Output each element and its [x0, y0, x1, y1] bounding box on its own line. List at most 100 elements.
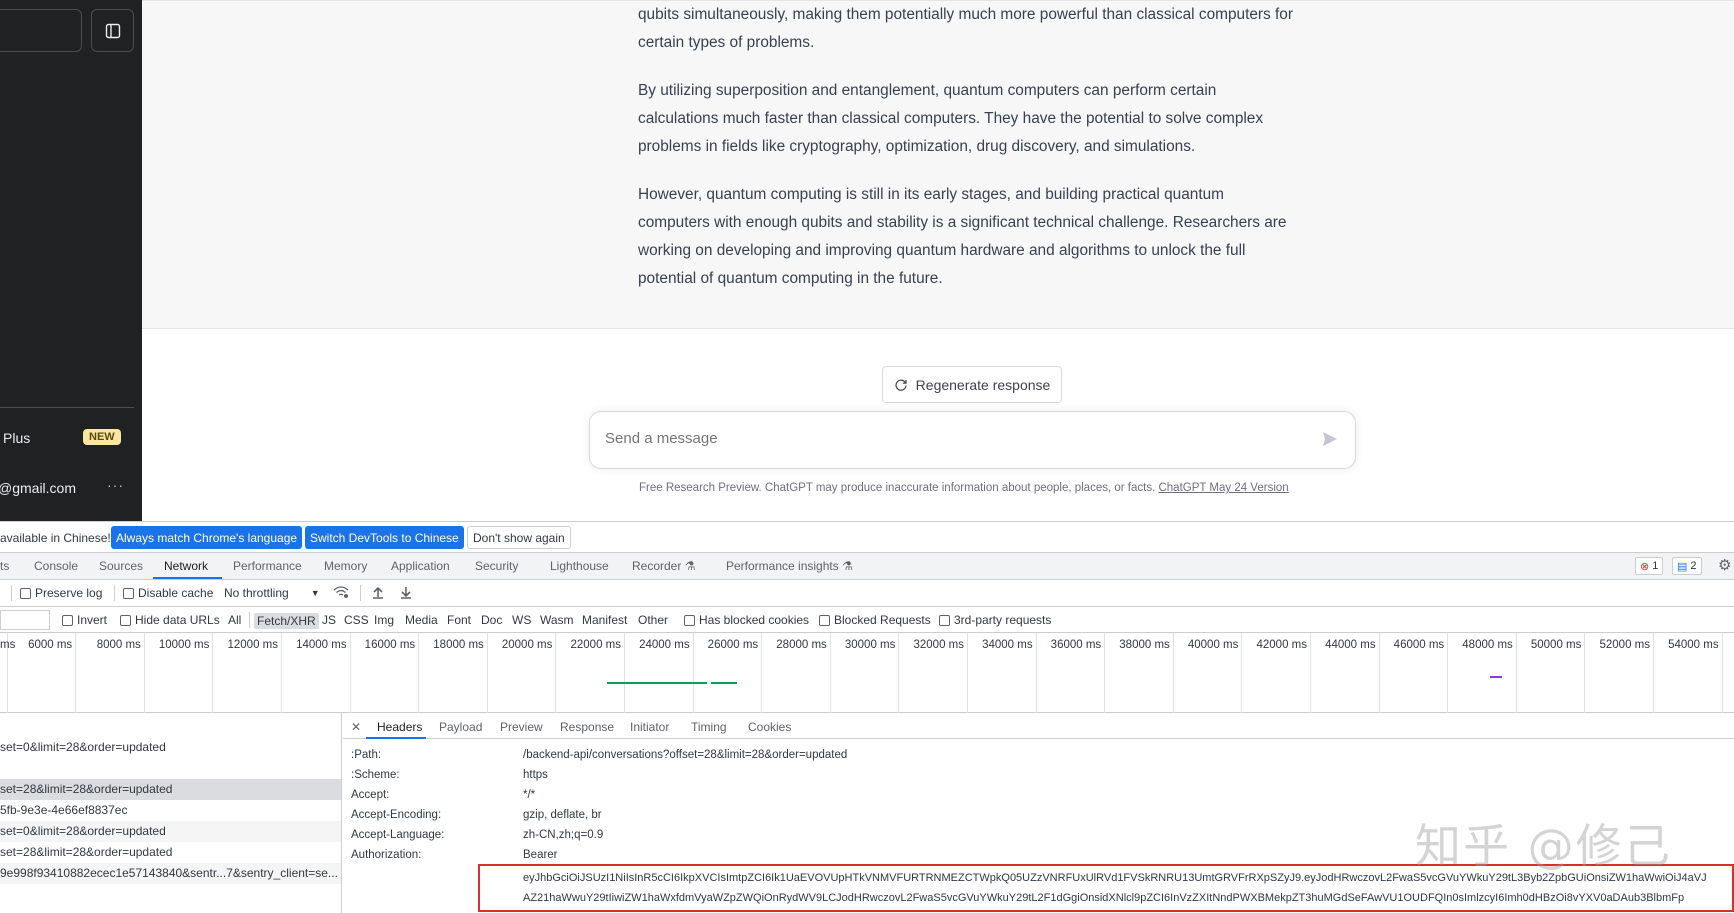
request-row[interactable]: set=28&limit=28&order=updated [0, 842, 341, 863]
type-font[interactable]: Font [447, 613, 471, 627]
tab-headers[interactable]: Headers [377, 720, 422, 734]
sidebar-toggle-button[interactable] [91, 9, 134, 52]
has-blocked-cookies-checkbox[interactable]: Has blocked cookies [684, 613, 809, 627]
tab-initiator[interactable]: Initiator [630, 720, 669, 734]
type-css[interactable]: CSS [344, 613, 369, 627]
regenerate-button[interactable]: Regenerate response [882, 366, 1062, 403]
timeline-tick-label: 44000 ms [1325, 639, 1376, 651]
tab-network[interactable]: Network [164, 559, 208, 573]
timeline-tick-label: 50000 ms [1530, 639, 1582, 651]
chat-app: Plus NEW @gmail.com ··· qubits simultane… [0, 0, 1734, 521]
tab-performance-insights[interactable]: Performance insights ⚗ [726, 559, 853, 573]
third-party-checkbox[interactable]: 3rd-party requests [939, 613, 1051, 627]
upgrade-plus-label[interactable]: Plus [3, 430, 30, 446]
timeline-tick-label: 48000 ms [1462, 639, 1513, 651]
request-row-selected[interactable]: set=28&limit=28&order=updated [0, 779, 341, 800]
timeline-gridline [349, 633, 351, 713]
type-ws[interactable]: WS [512, 613, 531, 627]
tab-preview[interactable]: Preview [500, 720, 543, 734]
sidebar-divider [0, 407, 134, 408]
message-counter[interactable]: ▤ 2 [1672, 557, 1702, 575]
checkbox-icon [20, 587, 31, 599]
toolbar-separator [360, 585, 361, 601]
message-composer[interactable] [589, 411, 1356, 469]
message-input[interactable] [605, 430, 1255, 447]
type-img[interactable]: Img [374, 613, 394, 627]
user-email[interactable]: @gmail.com [0, 480, 76, 496]
disable-cache-label: Disable cache [138, 586, 214, 600]
tab-console[interactable]: Console [34, 559, 78, 573]
timeline-request-bar [711, 682, 737, 684]
toolbar-separator [11, 585, 12, 601]
tab-sources[interactable]: Sources [99, 559, 143, 573]
tab-application[interactable]: Application [391, 559, 450, 573]
version-link[interactable]: ChatGPT May 24 Version [1158, 482, 1288, 494]
type-media[interactable]: Media [405, 613, 438, 627]
throttling-select[interactable]: No throttling ▼ [224, 586, 320, 600]
type-fetch-xhr[interactable]: Fetch/XHR [254, 613, 319, 629]
flask-icon: ⚗ [684, 559, 696, 573]
request-row[interactable]: set=0&limit=28&order=updated [0, 737, 341, 758]
flask-icon: ⚗ [842, 559, 853, 573]
timeline-gridline [1310, 633, 1311, 713]
hide-data-urls-checkbox[interactable]: Hide data URLs [120, 613, 220, 627]
type-js[interactable]: JS [322, 613, 336, 627]
network-timeline[interactable]: ms 6000 ms 8000 ms 10000 ms 12000 ms 14000 ms… [0, 633, 1734, 713]
type-all[interactable]: All [228, 613, 241, 627]
tab-cookies[interactable]: Cookies [748, 720, 791, 734]
timeline-tick-label: 42000 ms [1256, 639, 1307, 651]
import-har-icon[interactable] [372, 586, 384, 599]
timeline-gridline [143, 633, 145, 713]
error-icon: ⊗ [1640, 560, 1650, 573]
close-details-icon[interactable]: ✕ [351, 720, 361, 734]
export-har-icon[interactable] [400, 586, 412, 599]
settings-gear-icon[interactable]: ⚙ [1718, 556, 1731, 574]
send-icon[interactable] [1321, 430, 1339, 448]
perf-insights-label: Performance insights [726, 559, 839, 573]
switch-chinese-button[interactable]: Switch DevTools to Chinese [305, 526, 464, 549]
header-value: https [523, 769, 548, 781]
timeline-gridline [761, 633, 763, 713]
preserve-log-checkbox[interactable]: Preserve log [20, 586, 102, 600]
tab-memory[interactable]: Memory [324, 559, 367, 573]
hide-data-urls-label: Hide data URLs [135, 613, 220, 627]
disable-cache-checkbox[interactable]: Disable cache [123, 586, 213, 600]
checkbox-icon [123, 587, 134, 599]
watermark: 知乎 @修己 [1415, 819, 1672, 873]
type-other[interactable]: Other [638, 613, 668, 627]
tab-recorder[interactable]: Recorder ⚗ [632, 559, 695, 573]
tab-security[interactable]: Security [475, 559, 518, 573]
request-row[interactable]: set=0&limit=28&order=updated [0, 821, 341, 842]
invert-checkbox[interactable]: Invert [62, 613, 107, 627]
type-manifest[interactable]: Manifest [582, 613, 627, 627]
timeline-gridline [1378, 633, 1380, 713]
preserve-log-label: Preserve log [35, 586, 103, 600]
request-row[interactable] [0, 758, 341, 779]
filter-input[interactable] [0, 610, 50, 630]
timeline-gridline [555, 633, 557, 713]
timeline-gridline [1447, 633, 1449, 713]
tab-payload[interactable]: Payload [439, 720, 482, 734]
timeline-tick-label: 10000 ms [158, 639, 210, 651]
timeline-request-bar [607, 682, 707, 684]
detail-tab-indicator [366, 737, 426, 739]
blocked-requests-checkbox[interactable]: Blocked Requests [819, 613, 931, 627]
tab-lighthouse[interactable]: Lighthouse [550, 559, 609, 573]
network-conditions-icon[interactable] [333, 586, 349, 598]
request-row[interactable]: 9e998f93410882ecec1e57143840&sentr...7&s… [0, 863, 341, 884]
type-wasm[interactable]: Wasm [540, 613, 574, 627]
tab-performance[interactable]: Performance [233, 559, 302, 573]
invert-label: Invert [77, 613, 108, 627]
error-counter[interactable]: ⊗ 1 [1635, 557, 1664, 575]
tab-response[interactable]: Response [560, 720, 614, 734]
tab-elements[interactable]: ts [0, 559, 9, 573]
match-language-button[interactable]: Always match Chrome's language [111, 526, 303, 549]
new-chat-button[interactable] [0, 9, 82, 52]
dont-show-button[interactable]: Don't show again [467, 526, 571, 549]
request-row[interactable]: 5fb-9e3e-4e66ef8837ec [0, 800, 341, 821]
header-name: Accept-Language: [351, 829, 445, 841]
type-doc[interactable]: Doc [481, 613, 502, 627]
tab-timing[interactable]: Timing [691, 720, 727, 734]
more-icon[interactable]: ··· [107, 477, 124, 493]
disclaimer-text: Free Research Preview. ChatGPT may produ… [639, 482, 1156, 494]
